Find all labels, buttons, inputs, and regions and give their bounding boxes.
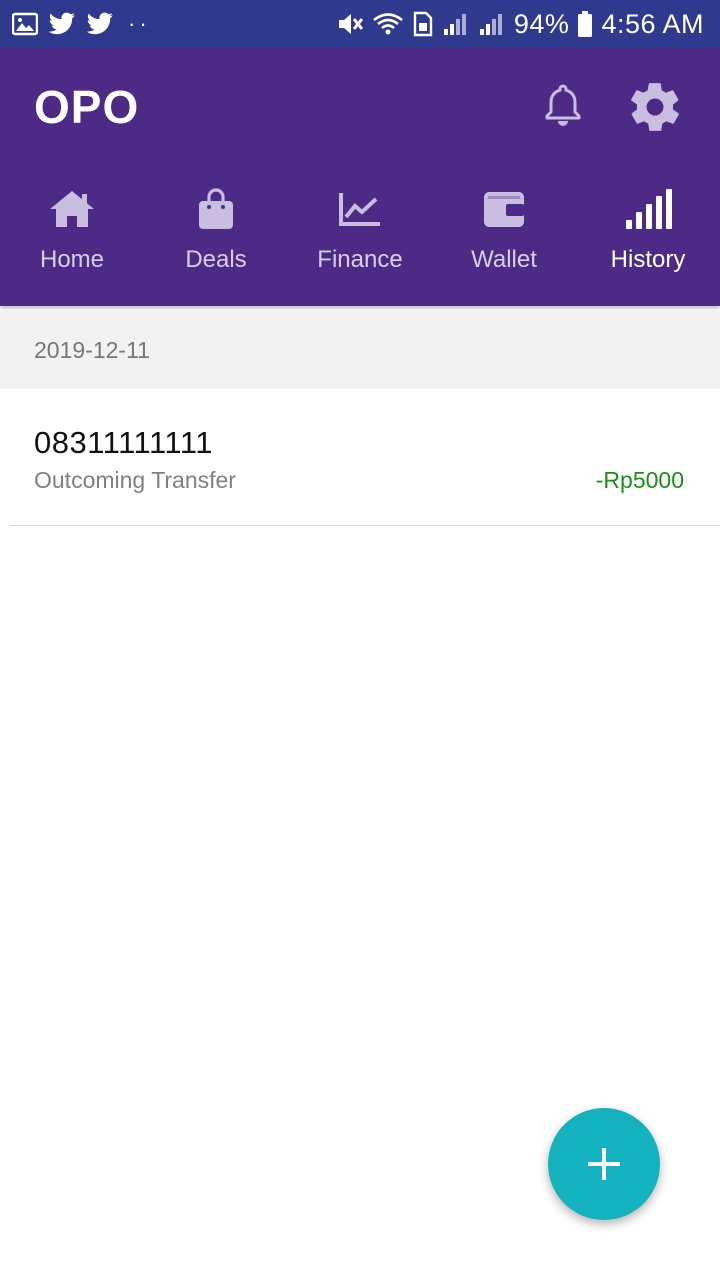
tab-home-label: Home (39, 246, 105, 273)
notifications-button[interactable] (538, 80, 588, 130)
transaction-row[interactable]: 08311111111 Outcoming Transfer -Rp5000 (0, 389, 720, 526)
bell-icon (545, 84, 581, 126)
date-group-header: 2019-12-11 (0, 309, 720, 389)
tab-finance-icon-wrap (338, 186, 382, 232)
tab-wallet-icon-wrap (482, 186, 526, 232)
transaction-phone: 08311111111 (34, 425, 214, 460)
bars-icon (626, 189, 672, 229)
tab-finance-label: Finance (317, 246, 403, 273)
home-icon (50, 191, 94, 227)
wifi-icon (373, 13, 403, 35)
gear-icon (631, 83, 679, 131)
tab-deals-icon-wrap (196, 186, 236, 232)
row-divider (10, 525, 720, 526)
status-bar-left: ·· (12, 11, 151, 37)
signal-icon (443, 14, 466, 35)
tab-wallet-label: Wallet (471, 246, 537, 273)
twitter-icon (48, 12, 75, 35)
tab-history[interactable]: History (576, 180, 720, 290)
mute-icon (338, 14, 364, 34)
bottom-tabs: Home Deals Finance Wallet History (0, 180, 720, 290)
tab-history-icon-wrap (624, 186, 672, 232)
date-label: 2019-12-11 (34, 337, 150, 363)
tab-deals[interactable]: Deals (144, 180, 288, 290)
clock: 4:56 AM (601, 8, 704, 39)
status-bar: ·· 94% 4:56 AM (0, 0, 720, 48)
tab-finance[interactable]: Finance (288, 180, 432, 290)
add-button[interactable] (548, 1108, 660, 1220)
tab-home[interactable]: Home (0, 180, 144, 290)
battery-percent: 94% (513, 8, 570, 39)
wallet-icon (484, 192, 524, 227)
battery-icon (578, 11, 593, 37)
tab-history-label: History (610, 246, 686, 273)
sim-icon (413, 11, 433, 37)
app-title: OPO (34, 81, 140, 133)
status-bar-right: 94% 4:56 AM (336, 9, 704, 40)
shopping-bag-icon (199, 188, 233, 229)
transaction-amount: -Rp5000 (595, 467, 684, 493)
transaction-type: Outcoming Transfer (34, 467, 236, 493)
gallery-icon (12, 12, 38, 36)
more-dots-icon: ·· (128, 11, 151, 36)
tab-home-icon-wrap (48, 186, 96, 232)
settings-button[interactable] (626, 78, 684, 136)
signal-icon (479, 14, 502, 35)
tab-deals-label: Deals (185, 246, 247, 273)
plus-icon (588, 1148, 620, 1180)
chart-icon (339, 193, 380, 226)
app-bar: OPO Home Deals Finance Wallet History (0, 48, 720, 306)
twitter-icon (86, 12, 113, 35)
tab-wallet[interactable]: Wallet (432, 180, 576, 290)
